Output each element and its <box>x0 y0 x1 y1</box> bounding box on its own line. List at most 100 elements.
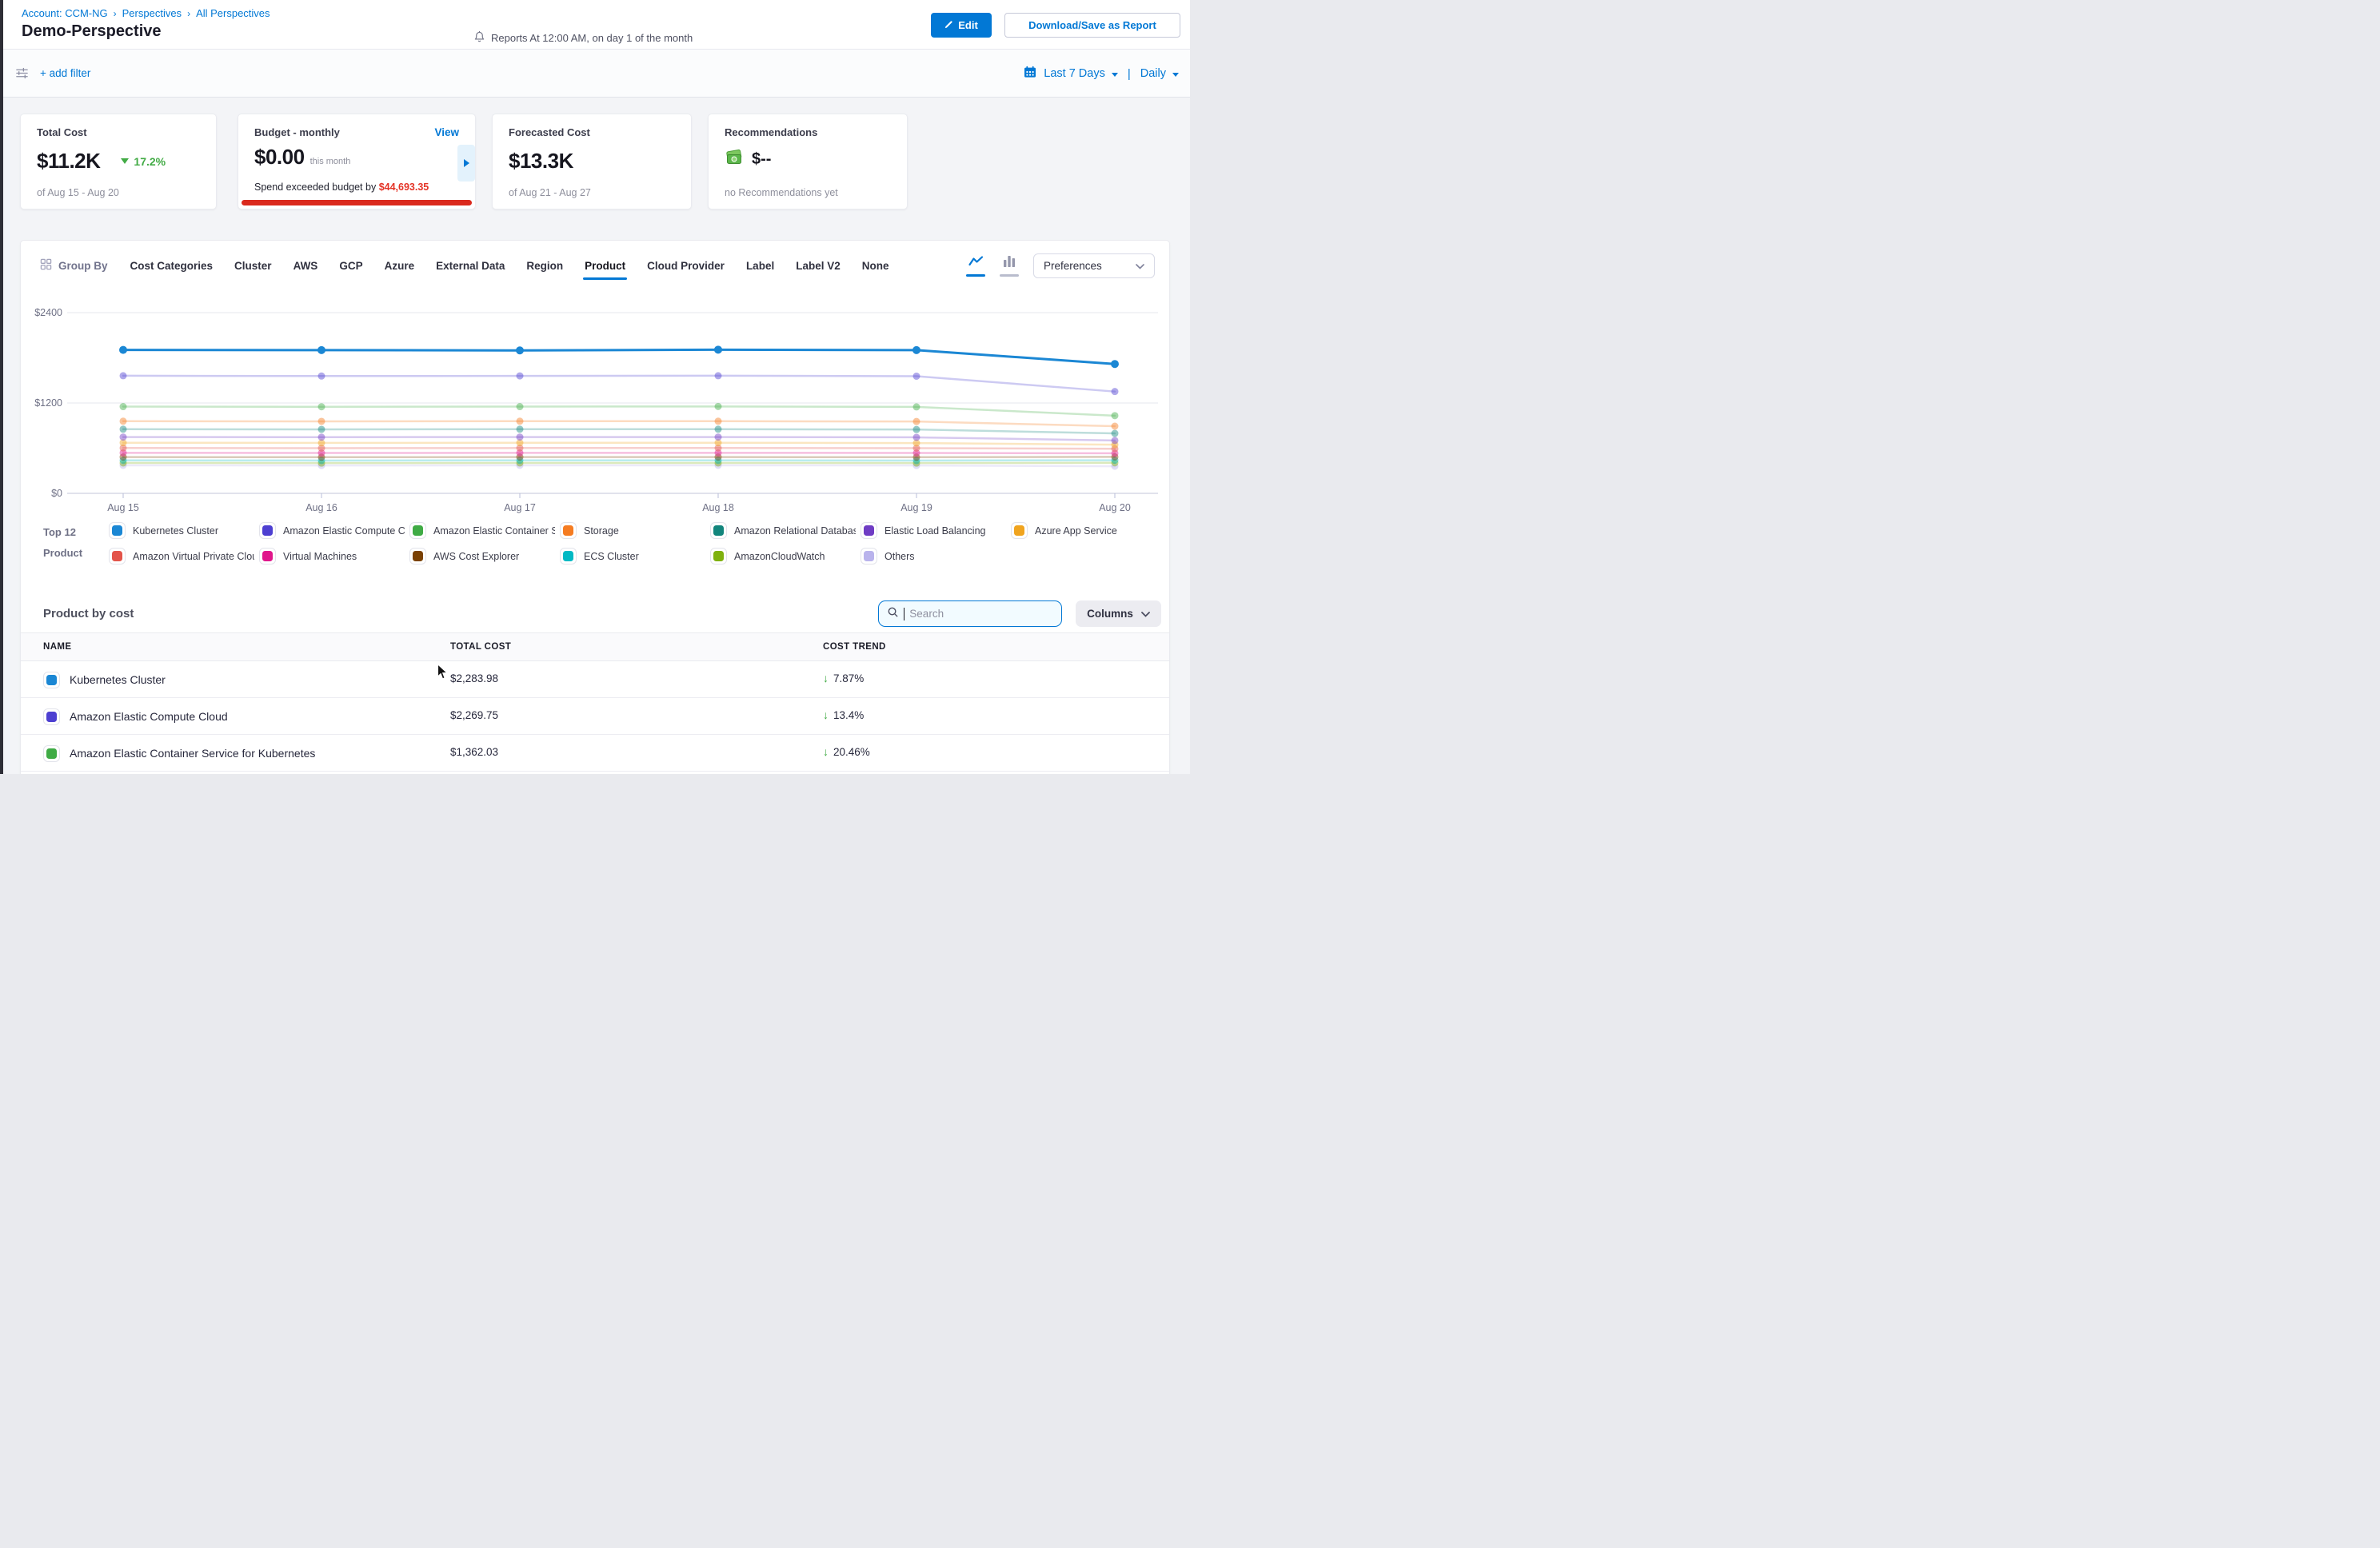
data-point-storage[interactable] <box>1112 423 1119 430</box>
data-point-storage[interactable] <box>120 417 127 425</box>
breadcrumb-link-perspectives[interactable]: Perspectives <box>122 7 182 19</box>
data-point-amazon-elastic-compute-cloud[interactable] <box>715 372 722 379</box>
date-range-dropdown[interactable]: Last 7 Days <box>1044 67 1118 80</box>
table-title: Product by cost <box>43 607 134 620</box>
add-filter-link[interactable]: + add filter <box>40 67 90 79</box>
data-point-storage[interactable] <box>913 418 920 425</box>
groupby-tab-label[interactable]: Label <box>746 260 774 272</box>
preferences-label: Preferences <box>1044 260 1102 272</box>
data-point-kubernetes-cluster[interactable] <box>516 346 524 354</box>
data-point-amazon-elastic-compute-cloud[interactable] <box>1112 388 1119 395</box>
data-point-amazon-relational-database-service[interactable] <box>318 425 325 433</box>
pencil-icon <box>944 19 953 31</box>
preferences-dropdown[interactable]: Preferences <box>1033 253 1155 278</box>
legend-swatch-ring <box>710 548 727 565</box>
filter-sliders-icon[interactable] <box>15 66 29 84</box>
data-point-kubernetes-cluster[interactable] <box>119 346 127 354</box>
data-point-elastic-load-balancing[interactable] <box>1112 437 1119 444</box>
groupby-tab-label-v2[interactable]: Label V2 <box>796 260 841 272</box>
groupby-tab-azure[interactable]: Azure <box>385 260 415 272</box>
column-header-total-cost[interactable]: TOTAL COST <box>450 642 511 652</box>
granularity-dropdown[interactable]: Daily <box>1140 67 1179 80</box>
series-line-elastic-load-balancing <box>123 437 1115 441</box>
legend-swatch <box>563 551 573 561</box>
row-name-cell: Amazon Elastic Compute Cloud <box>43 698 228 735</box>
groupby-tab-cloud-provider[interactable]: Cloud Provider <box>647 260 725 272</box>
data-point-elastic-load-balancing[interactable] <box>318 433 325 441</box>
data-point-storage[interactable] <box>715 417 722 425</box>
data-point-amazon-relational-database-service[interactable] <box>1112 430 1119 437</box>
bar-chart-toggle[interactable] <box>1000 255 1019 277</box>
legend-item-amazon-virtual-private-cloud[interactable]: Amazon Virtual Private Cloud <box>109 548 254 565</box>
data-point-amazon-elastic-compute-cloud[interactable] <box>913 373 920 380</box>
download-save-report-button[interactable]: Download/Save as Report <box>1004 13 1180 38</box>
data-point-amazon-relational-database-service[interactable] <box>913 426 920 433</box>
data-point-amazon-elastic-container-service-for-kubernetes[interactable] <box>1112 412 1119 419</box>
groupby-tab-external-data[interactable]: External Data <box>436 260 505 272</box>
chevron-down-icon <box>1136 260 1144 272</box>
groupby-tab-none[interactable]: None <box>862 260 889 272</box>
table-row[interactable]: Amazon Elastic Container Service for Kub… <box>21 735 1169 772</box>
table-row[interactable]: Amazon Elastic Compute Cloud$2,269.75↓13… <box>21 698 1169 735</box>
data-point-storage[interactable] <box>318 417 325 425</box>
data-point-kubernetes-cluster[interactable] <box>317 346 325 354</box>
data-point-amazon-relational-database-service[interactable] <box>715 425 722 433</box>
triangle-down-icon <box>121 158 129 164</box>
data-point-amazon-elastic-compute-cloud[interactable] <box>517 373 524 380</box>
data-point-amazon-elastic-container-service-for-kubernetes[interactable] <box>120 403 127 410</box>
groupby-tab-product[interactable]: Product <box>585 260 625 272</box>
groupby-tab-cluster[interactable]: Cluster <box>234 260 272 272</box>
data-point-amazon-relational-database-service[interactable] <box>517 425 524 433</box>
search-input[interactable] <box>909 608 1045 620</box>
budget-view-link[interactable]: View <box>434 126 459 138</box>
data-point-elastic-load-balancing[interactable] <box>715 433 722 441</box>
legend-item-elastic-load-balancing[interactable]: Elastic Load Balancing <box>861 522 1006 539</box>
column-header-cost-trend[interactable]: COST TREND <box>823 642 886 652</box>
data-point-elastic-load-balancing[interactable] <box>120 433 127 441</box>
groupby-tab-aws[interactable]: AWS <box>294 260 318 272</box>
row-cost-trend: ↓13.4% <box>823 708 864 721</box>
data-point-amazon-elastic-container-service-for-kubernetes[interactable] <box>715 403 722 410</box>
legend-item-others[interactable]: Others <box>861 548 1006 565</box>
x-axis-label: Aug 16 <box>305 502 337 513</box>
legend-item-kubernetes-cluster[interactable]: Kubernetes Cluster <box>109 522 254 539</box>
breadcrumb-link-account-ccm-ng[interactable]: Account: CCM-NG <box>22 7 108 19</box>
groupby-tab-gcp[interactable]: GCP <box>339 260 362 272</box>
legend-item-amazon-elastic-compute-cloud[interactable]: Amazon Elastic Compute Clo... <box>259 522 405 539</box>
data-point-amazon-elastic-compute-cloud[interactable] <box>318 373 325 380</box>
columns-dropdown[interactable]: Columns <box>1076 600 1161 627</box>
table-row[interactable]: Kubernetes Cluster$2,283.98↓7.87% <box>21 661 1169 698</box>
breadcrumb-link-all-perspectives[interactable]: All Perspectives <box>196 7 270 19</box>
data-point-kubernetes-cluster[interactable] <box>714 345 722 353</box>
legend-item-virtual-machines[interactable]: Virtual Machines <box>259 548 405 565</box>
legend-item-amazon-elastic-container-service-for-kubernetes[interactable]: Amazon Elastic Container Se... <box>409 522 555 539</box>
budget-next-button[interactable] <box>457 145 475 182</box>
data-point-kubernetes-cluster[interactable] <box>912 346 920 354</box>
legend-item-ecs-cluster[interactable]: ECS Cluster <box>560 548 705 565</box>
legend-item-azure-app-service[interactable]: Azure App Service <box>1011 522 1156 539</box>
data-point-kubernetes-cluster[interactable] <box>1111 360 1119 368</box>
legend-swatch-ring <box>409 522 426 539</box>
legend-item-aws-cost-explorer[interactable]: AWS Cost Explorer <box>409 548 555 565</box>
line-chart-toggle[interactable] <box>966 255 985 277</box>
data-point-elastic-load-balancing[interactable] <box>517 433 524 441</box>
data-point-amazon-elastic-container-service-for-kubernetes[interactable] <box>517 403 524 410</box>
legend-item-storage[interactable]: Storage <box>560 522 705 539</box>
data-point-elastic-load-balancing[interactable] <box>913 433 920 441</box>
legend-item-amazoncloudwatch[interactable]: AmazonCloudWatch <box>710 548 856 565</box>
groupby-tab-cost-categories[interactable]: Cost Categories <box>130 260 214 272</box>
data-point-amazon-elastic-container-service-for-kubernetes[interactable] <box>318 403 325 410</box>
app-root: Account: CCM-NG›Perspectives›All Perspec… <box>0 0 1190 774</box>
legend-label: Others <box>885 551 915 562</box>
series-line-amazon-relational-database-service <box>123 429 1115 433</box>
data-point-amazon-elastic-container-service-for-kubernetes[interactable] <box>913 403 920 410</box>
data-point-amazon-elastic-compute-cloud[interactable] <box>120 372 127 379</box>
groupby-tab-region[interactable]: Region <box>526 260 563 272</box>
data-point-amazon-relational-database-service[interactable] <box>120 425 127 433</box>
edit-button[interactable]: Edit <box>931 13 992 38</box>
legend-item-amazon-relational-database-service[interactable]: Amazon Relational Database ... <box>710 522 856 539</box>
legend-label: Amazon Elastic Container Se... <box>433 525 555 537</box>
report-schedule-text: Reports At 12:00 AM, on day 1 of the mon… <box>491 32 693 44</box>
data-point-storage[interactable] <box>517 417 524 425</box>
column-header-name[interactable]: NAME <box>43 642 71 652</box>
